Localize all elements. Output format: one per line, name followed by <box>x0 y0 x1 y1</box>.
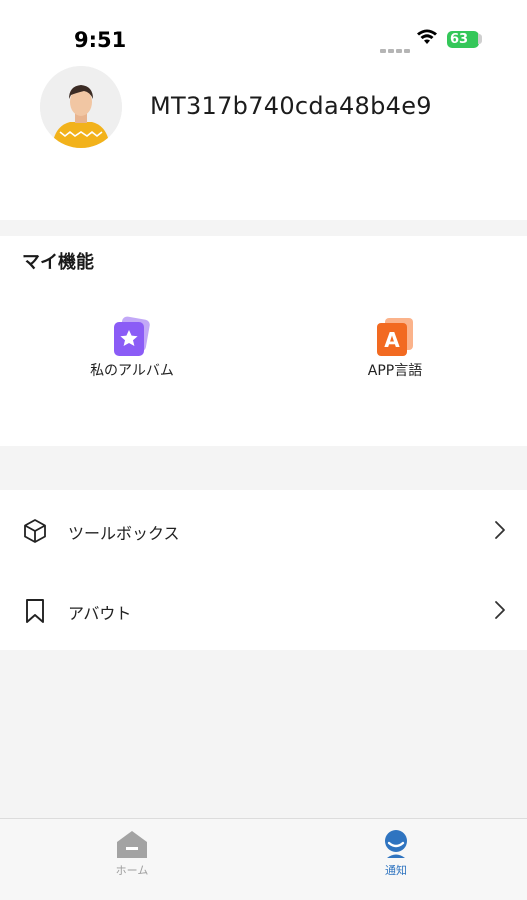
chevron-right-icon <box>495 601 505 619</box>
bottom-tab-bar: ホーム 通知 <box>0 818 527 900</box>
wifi-icon <box>417 29 437 44</box>
menu-item-label: アバウト <box>68 604 132 623</box>
svg-text:A: A <box>384 328 400 352</box>
username: MT317b740cda48b4e9 <box>150 92 432 120</box>
section-title: マイ機能 <box>22 252 94 273</box>
status-time: 9:51 <box>74 28 127 52</box>
app-language-button[interactable]: A APP言語 <box>315 316 475 386</box>
menu-item-toolbox[interactable]: ツールボックス <box>0 490 527 570</box>
bookmark-icon <box>26 599 44 623</box>
menu-item-about[interactable]: アバウト <box>0 570 527 650</box>
battery-level: 63 <box>447 31 479 48</box>
status-bar: 9:51 63 <box>0 0 527 62</box>
menu-item-label: ツールボックス <box>68 524 180 543</box>
profile-icon <box>385 830 407 858</box>
feature-label: 私のアルバム <box>90 363 174 379</box>
feature-label: APP言語 <box>367 363 423 379</box>
avatar[interactable] <box>40 66 122 148</box>
battery-cap <box>478 34 482 44</box>
home-icon <box>117 831 147 858</box>
profile-header: MT317b740cda48b4e9 <box>0 62 527 220</box>
tab-label: 通知 <box>385 864 407 877</box>
chevron-right-icon <box>495 521 505 539</box>
tab-label: ホーム <box>115 864 149 877</box>
tab-notifications[interactable]: 通知 <box>326 829 466 889</box>
settings-menu: ツールボックス アバウト <box>0 490 527 650</box>
avatar-person-icon <box>40 66 122 148</box>
cube-icon <box>24 519 46 543</box>
my-features-card: マイ機能 私のアルバム A APP言語 <box>0 236 527 446</box>
tab-home[interactable]: ホーム <box>62 829 202 889</box>
my-album-button[interactable]: 私のアルバム <box>52 316 212 386</box>
cellular-signal-icon <box>380 38 412 57</box>
language-a-icon: A <box>377 318 413 356</box>
album-star-icon <box>114 316 150 356</box>
